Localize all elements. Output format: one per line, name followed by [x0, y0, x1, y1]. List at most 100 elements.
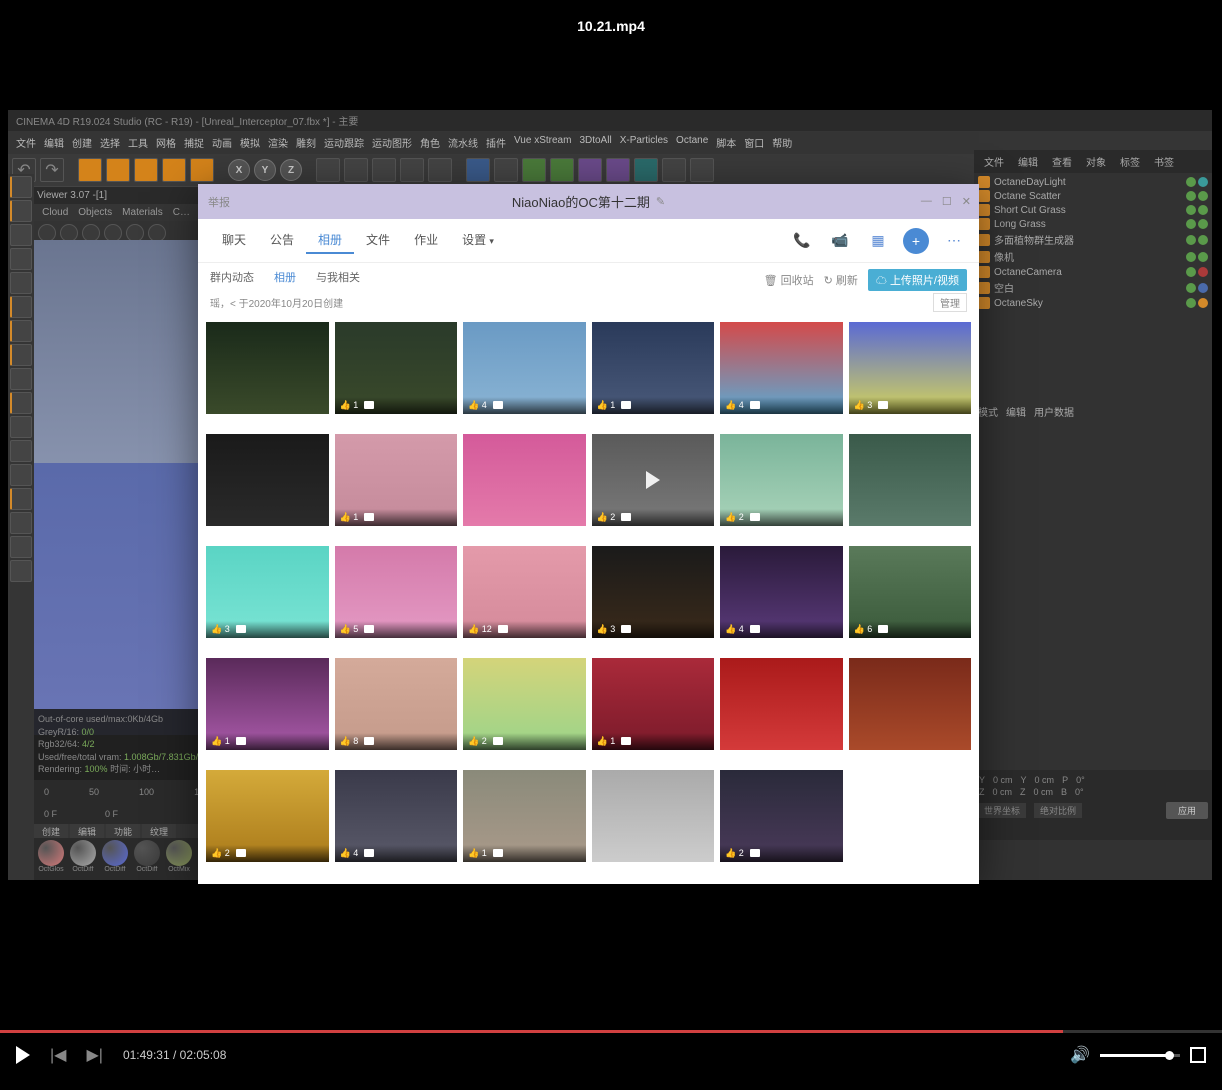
tool-button[interactable]: [190, 158, 214, 182]
menu-item[interactable]: 角色: [420, 135, 440, 150]
mode-button[interactable]: [10, 488, 32, 510]
lv-menu-item[interactable]: Materials: [122, 207, 163, 218]
dialog-tab[interactable]: 文件: [354, 227, 402, 254]
progress-bar[interactable]: [0, 1030, 1222, 1033]
material-slot[interactable]: OctGlos: [36, 840, 66, 876]
material-slot[interactable]: OctMix: [164, 840, 194, 876]
mode-button[interactable]: [10, 368, 32, 390]
tree-item[interactable]: OctaneCamera: [976, 265, 1210, 279]
panel-tab[interactable]: 书签: [1148, 152, 1180, 171]
mode-button[interactable]: [10, 560, 32, 582]
prev-button[interactable]: |◀: [50, 1045, 66, 1065]
menu-item[interactable]: 帮助: [772, 135, 792, 150]
tree-item[interactable]: Short Cut Grass: [976, 203, 1210, 217]
move-tool[interactable]: [78, 158, 102, 182]
gallery-item[interactable]: [720, 658, 843, 750]
primitive-cube[interactable]: [466, 158, 490, 182]
gallery-item[interactable]: 👍 12: [463, 546, 586, 638]
menu-item[interactable]: 模拟: [240, 135, 260, 150]
report-link[interactable]: 举报: [208, 194, 230, 210]
lv-menu-item[interactable]: Objects: [78, 207, 112, 218]
material-slot[interactable]: OctDiff: [132, 840, 162, 876]
video-icon[interactable]: 📹: [827, 228, 853, 254]
menu-item[interactable]: Vue xStream: [514, 135, 571, 150]
gallery-item[interactable]: 👍 1: [592, 322, 715, 414]
volume-slider[interactable]: [1100, 1054, 1180, 1057]
gallery-item[interactable]: 👍 1: [335, 434, 458, 526]
tool-button[interactable]: [344, 158, 368, 182]
gallery-item[interactable]: 👍 1: [592, 658, 715, 750]
menu-item[interactable]: 运动跟踪: [324, 135, 364, 150]
gallery-item[interactable]: 👍 1: [335, 322, 458, 414]
mat-tab[interactable]: 功能: [106, 824, 140, 838]
panel-tab[interactable]: 编辑: [1012, 152, 1044, 171]
recycle-link[interactable]: 🗑 回收站: [764, 272, 814, 288]
scale-dropdown[interactable]: 绝对比例: [1034, 803, 1082, 818]
dialog-titlebar[interactable]: 举报 NiaoNiao的OC第十二期 ✎ — ☐ ✕: [198, 184, 979, 219]
minimize-button[interactable]: —: [921, 195, 932, 208]
coord-dropdown[interactable]: 世界坐标: [978, 803, 1026, 818]
tree-item[interactable]: 多面植物群生成器: [976, 231, 1210, 248]
gallery-item[interactable]: 👍 4: [720, 322, 843, 414]
tree-item[interactable]: 空白: [976, 279, 1210, 296]
grid-icon[interactable]: ▦: [865, 228, 891, 254]
gallery-item[interactable]: [206, 434, 329, 526]
gallery-item[interactable]: 👍 2: [592, 434, 715, 526]
gallery-item[interactable]: [592, 770, 715, 862]
gallery-item[interactable]: 👍 5: [335, 546, 458, 638]
menu-item[interactable]: 文件: [16, 135, 36, 150]
tree-item[interactable]: 像机: [976, 248, 1210, 265]
lv-menu-item[interactable]: Cloud: [42, 207, 68, 218]
gallery-item[interactable]: 👍 6: [849, 546, 972, 638]
rotate-tool[interactable]: [134, 158, 158, 182]
mode-button[interactable]: [10, 320, 32, 342]
upload-button[interactable]: ☁ 上传照片/视频: [868, 269, 967, 291]
tool-button[interactable]: [606, 158, 630, 182]
dialog-tab[interactable]: 相册: [306, 227, 354, 254]
menu-item[interactable]: 网格: [156, 135, 176, 150]
gallery-item[interactable]: 👍 3: [849, 322, 972, 414]
tree-item[interactable]: OctaneDayLight: [976, 175, 1210, 189]
gallery-item[interactable]: 👍 1: [463, 770, 586, 862]
gallery-item[interactable]: 👍 1: [206, 658, 329, 750]
scale-tool[interactable]: [106, 158, 130, 182]
tool-button[interactable]: [634, 158, 658, 182]
menu-item[interactable]: 雕刻: [296, 135, 316, 150]
dialog-subtab[interactable]: 群内动态: [210, 269, 254, 285]
panel-tab[interactable]: 文件: [978, 152, 1010, 171]
tool-button[interactable]: [316, 158, 340, 182]
manage-button[interactable]: 管理: [933, 293, 967, 312]
attr-tab[interactable]: 编辑: [1006, 404, 1026, 419]
menu-item[interactable]: 插件: [486, 135, 506, 150]
mode-button[interactable]: [10, 248, 32, 270]
gallery-item[interactable]: 👍 2: [206, 770, 329, 862]
tool-button[interactable]: [662, 158, 686, 182]
volume-icon[interactable]: 🔊: [1070, 1045, 1090, 1065]
material-slot[interactable]: OctDiff: [100, 840, 130, 876]
next-button[interactable]: ▶|: [86, 1045, 102, 1065]
menu-item[interactable]: 捕捉: [184, 135, 204, 150]
menu-item[interactable]: 流水线: [448, 135, 478, 150]
mode-button[interactable]: [10, 512, 32, 534]
gallery-item[interactable]: 👍 3: [592, 546, 715, 638]
gallery-item[interactable]: 👍 2: [720, 434, 843, 526]
mode-button[interactable]: [10, 440, 32, 462]
attr-tab[interactable]: 用户数据: [1034, 404, 1074, 419]
mode-button[interactable]: [10, 536, 32, 558]
tool-button[interactable]: [494, 158, 518, 182]
tree-item[interactable]: OctaneSky: [976, 296, 1210, 310]
material-slot[interactable]: OctDiff: [68, 840, 98, 876]
fullscreen-button[interactable]: [1190, 1047, 1206, 1063]
plus-icon[interactable]: +: [903, 228, 929, 254]
tool-button[interactable]: [550, 158, 574, 182]
menu-item[interactable]: Octane: [676, 135, 708, 150]
menu-item[interactable]: 工具: [128, 135, 148, 150]
tool-button[interactable]: [372, 158, 396, 182]
redo-button[interactable]: ↷: [40, 158, 64, 182]
phone-icon[interactable]: 📞: [789, 228, 815, 254]
panel-tab[interactable]: 查看: [1046, 152, 1078, 171]
x-axis-toggle[interactable]: X: [228, 159, 250, 181]
refresh-link[interactable]: ↻ 刷新: [824, 272, 858, 288]
dialog-tab[interactable]: 设置 ▾: [450, 227, 506, 254]
gallery-item[interactable]: 👍 4: [720, 546, 843, 638]
